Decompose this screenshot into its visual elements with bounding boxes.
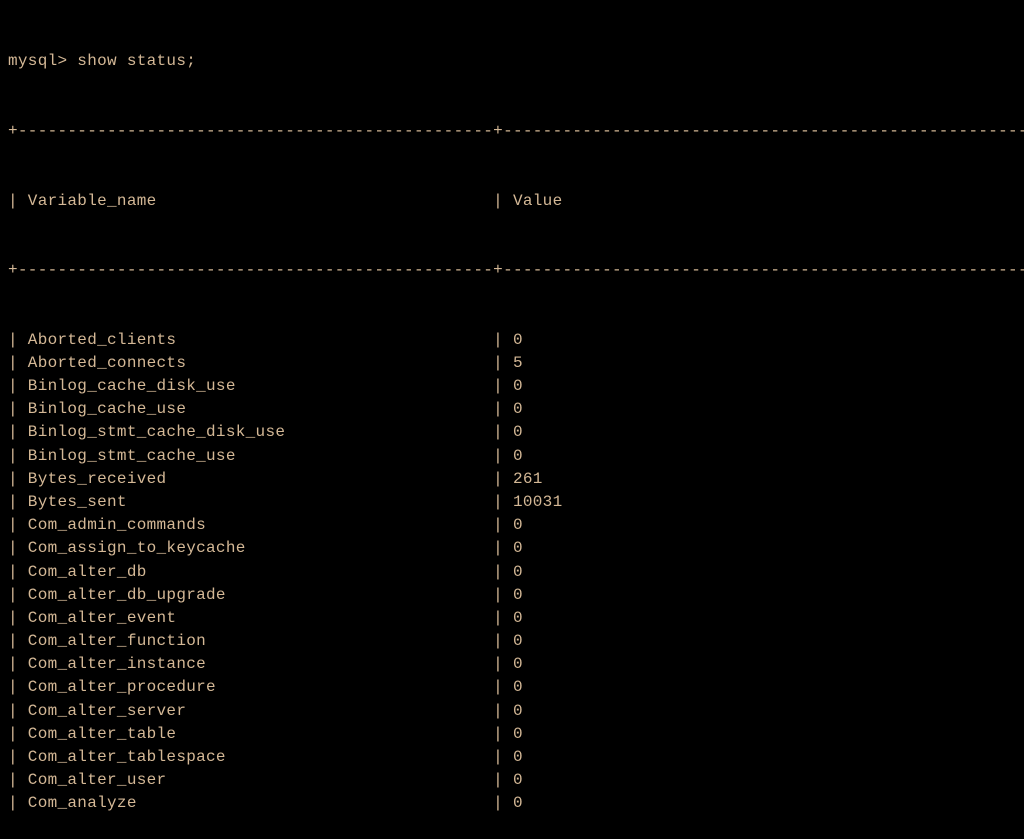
table-row: | Com_admin_commands | 0 | [8, 514, 1016, 537]
table-row: | Aborted_clients | 0 | [8, 329, 1016, 352]
table-row: | Bytes_received | 261 | [8, 468, 1016, 491]
table-row: | Com_alter_procedure | 0 | [8, 676, 1016, 699]
prompt-line: mysql> show status; [8, 50, 1016, 73]
table-row: | Com_assign_to_keycache | 0 | [8, 537, 1016, 560]
table-row: | Com_alter_tablespace | 0 | [8, 746, 1016, 769]
separator-top: +---------------------------------------… [8, 120, 1016, 143]
table-row: | Com_alter_function | 0 | [8, 630, 1016, 653]
table-row: | Com_analyze | 0 | [8, 792, 1016, 815]
table-row: | Com_alter_db_upgrade | 0 | [8, 584, 1016, 607]
mysql-prompt: mysql> show status; [8, 52, 196, 70]
table-row: | Binlog_cache_disk_use | 0 | [8, 375, 1016, 398]
table-row: | Com_alter_db | 0 | [8, 561, 1016, 584]
table-rows: | Aborted_clients | 0 || Aborted_connect… [8, 329, 1016, 816]
table-row: | Com_alter_user | 0 | [8, 769, 1016, 792]
table-row: | Bytes_sent | 10031 | [8, 491, 1016, 514]
table-header: | Variable_name | Value | [8, 190, 1016, 213]
table-row: | Aborted_connects | 5 | [8, 352, 1016, 375]
table-row: | Binlog_stmt_cache_use | 0 | [8, 445, 1016, 468]
table-row: | Binlog_stmt_cache_disk_use | 0 | [8, 421, 1016, 444]
table-row: | Com_alter_event | 0 | [8, 607, 1016, 630]
table-row: | Com_alter_server | 0 | [8, 700, 1016, 723]
table-row: | Com_alter_table | 0 | [8, 723, 1016, 746]
terminal-output: mysql> show status; +-------------------… [8, 4, 1016, 839]
separator-mid: +---------------------------------------… [8, 259, 1016, 282]
table-row: | Com_alter_instance | 0 | [8, 653, 1016, 676]
table-row: | Binlog_cache_use | 0 | [8, 398, 1016, 421]
